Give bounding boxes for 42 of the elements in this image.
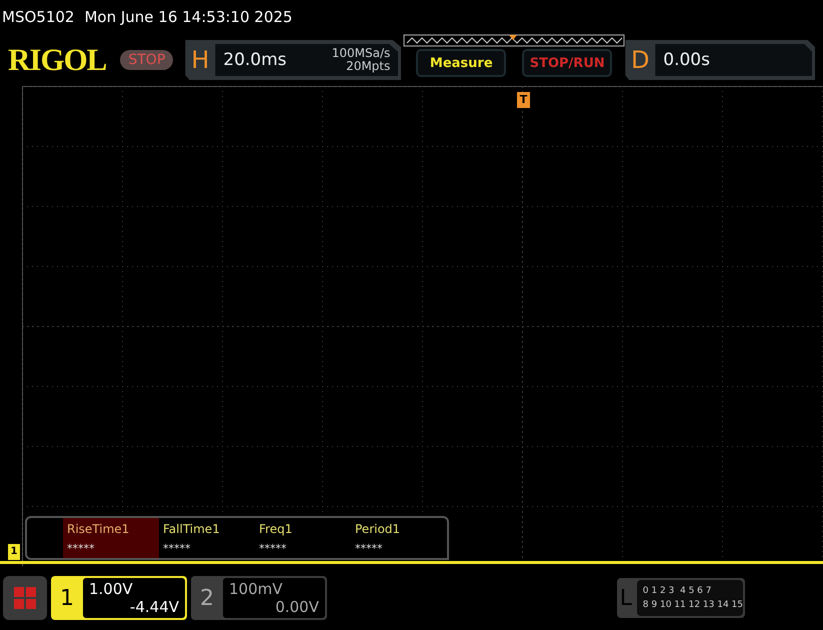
horizontal-label: H (190, 46, 210, 74)
measurement-name: Freq1 (259, 522, 294, 536)
channel-scale: 1.00V (89, 580, 134, 598)
measurement-item[interactable]: Freq1 ***** (255, 518, 351, 558)
channel-panel[interactable]: 2 100mV 0.00V (191, 576, 327, 620)
channel-scale: 100mV (229, 580, 284, 598)
measurement-name: RiseTime1 (67, 522, 130, 536)
stop-run-button[interactable]: STOP/RUN (522, 49, 612, 77)
logic-label: L (618, 584, 634, 612)
memory-depth: 20Mpts (346, 60, 390, 73)
measurement-value: ***** (67, 542, 96, 555)
menu-button[interactable] (3, 576, 47, 620)
run-state-badge: STOP (120, 50, 174, 70)
measurement-name: FallTime1 (163, 522, 221, 536)
channel-panel[interactable]: 1 1.00V -4.44V (51, 576, 187, 620)
measurement-name: Period1 (355, 522, 402, 536)
logic-channels: 8 9 10 11 12 13 14 15 (642, 600, 743, 610)
sample-rate: 100MSa/s (332, 47, 390, 60)
measurement-item[interactable]: RiseTime1 ***** (63, 518, 159, 558)
date-time: Mon June 16 14:53:10 2025 (84, 8, 292, 26)
measurement-value: ***** (163, 542, 192, 555)
logic-panel[interactable]: L 0 1 2 3 4 5 6 7 8 9 10 11 12 13 14 15 (617, 578, 745, 618)
brand-logo: RIGOL (8, 42, 106, 78)
measure-button[interactable]: Measure (416, 49, 506, 77)
timebase-value: 20.0ms (223, 50, 287, 70)
delay-panel[interactable]: D 0.00s (625, 40, 816, 80)
channel-offset: 0.00V (275, 598, 319, 616)
horizontal-panel[interactable]: H 20.0ms 100MSa/s 20Mpts (185, 40, 402, 80)
measurement-item[interactable]: Period1 ***** (351, 518, 447, 558)
channel-number: 1 (59, 584, 75, 612)
channel-offset: -4.44V (130, 598, 179, 616)
measurement-item[interactable]: FallTime1 ***** (159, 518, 255, 558)
measurement-value: ***** (259, 542, 288, 555)
channel-marker[interactable]: 1 (8, 544, 20, 560)
delay-label: D (630, 46, 650, 74)
delay-value: 0.00s (663, 50, 710, 70)
logic-channels: 0 1 2 3 4 5 6 7 (642, 586, 712, 596)
channel-number: 2 (199, 584, 215, 612)
grid-squares-icon (14, 587, 36, 609)
measurement-value: ***** (355, 542, 384, 555)
trigger-marker[interactable]: T (517, 92, 530, 108)
model-name: MSO5102 (2, 8, 74, 26)
